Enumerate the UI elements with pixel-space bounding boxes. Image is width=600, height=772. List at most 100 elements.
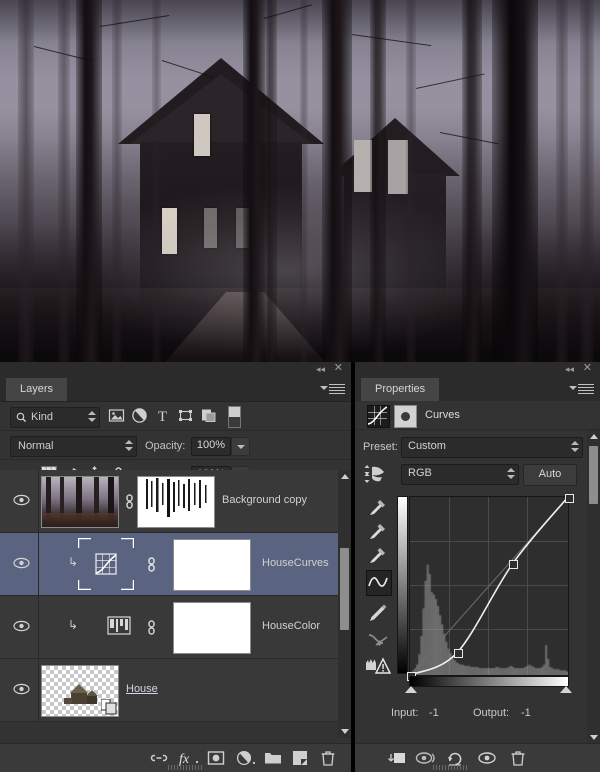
output-value[interactable]: -1 [521, 707, 531, 719]
curve-point-3[interactable] [564, 493, 574, 503]
view-previous-state-icon[interactable] [415, 750, 437, 766]
smooth-curve-icon[interactable] [367, 628, 389, 650]
opacity-input[interactable]: 100% [191, 437, 231, 456]
layers-scrollbar[interactable] [338, 470, 351, 738]
curve-tool-icon[interactable] [366, 570, 392, 596]
input-gradient-ramp [409, 676, 569, 687]
properties-header: Curves [355, 401, 600, 430]
scroll-up-arrow-icon[interactable] [590, 434, 598, 439]
curve-point-2[interactable] [509, 559, 519, 569]
delete-layer-icon[interactable] [320, 750, 336, 766]
layer-visibility-toggle[interactable] [13, 620, 30, 632]
white-point-eyedropper-icon[interactable] [367, 544, 389, 566]
layer-thumbnail[interactable] [41, 665, 119, 717]
tree-trunk [76, 0, 102, 362]
scroll-down-arrow-icon[interactable] [341, 729, 349, 734]
shape-filter-icon[interactable] [177, 407, 194, 424]
panel-menu-arrow-icon[interactable] [569, 386, 577, 390]
curves-graph[interactable] [406, 493, 574, 681]
preset-select[interactable]: Custom [401, 437, 583, 458]
opacity-stepper[interactable] [231, 437, 250, 456]
filter-kind-spinner-icon[interactable] [88, 411, 96, 423]
properties-resize-grip[interactable] [433, 765, 467, 770]
layer-visibility-toggle[interactable] [13, 683, 30, 695]
scroll-up-arrow-icon[interactable] [341, 474, 349, 479]
panel-menu-icon[interactable] [578, 384, 594, 395]
output-label: Output: [473, 707, 510, 719]
curves-icon[interactable] [367, 405, 390, 428]
layer-name[interactable]: Background copy [222, 494, 307, 506]
new-adjustment-layer-icon[interactable] [236, 750, 256, 766]
layer-list[interactable]: Background copy ↳ HouseCurves ↳ HouseCol… [0, 470, 351, 738]
filter-toggle-icon[interactable] [228, 406, 241, 428]
layer-name[interactable]: HouseColor [262, 620, 320, 632]
channel-spinner-icon[interactable] [507, 468, 515, 480]
layer-thumbnail[interactable] [107, 616, 131, 635]
layer-mask-icon[interactable] [394, 405, 417, 428]
layers-scrollbar-thumb[interactable] [340, 548, 349, 630]
table-row[interactable]: Background copy [0, 470, 351, 533]
close-icon[interactable]: ✕ [334, 363, 343, 374]
smart-object-filter-icon[interactable] [200, 407, 217, 424]
channel-select[interactable]: RGB [401, 464, 519, 485]
layer-visibility-toggle[interactable] [13, 557, 30, 569]
add-layer-style-icon[interactable]: fx [178, 750, 200, 767]
scroll-down-arrow-icon[interactable] [590, 735, 598, 740]
blend-mode-value: Normal [18, 440, 54, 452]
link-mask-icon[interactable] [146, 557, 157, 572]
properties-scrollbar[interactable] [587, 430, 600, 744]
table-row[interactable]: ↳ HouseColor [0, 596, 351, 659]
layer-name[interactable]: HouseCurves [262, 557, 329, 569]
toggle-visibility-icon[interactable] [477, 750, 497, 766]
layer-name[interactable]: House [126, 683, 158, 695]
curve-point-1[interactable] [453, 649, 463, 659]
svg-text:T: T [158, 409, 167, 424]
gray-point-eyedropper-icon[interactable] [367, 520, 389, 542]
image-canvas[interactable] [0, 0, 600, 362]
panel-menu-icon[interactable] [329, 384, 345, 395]
black-point-eyedropper-icon[interactable] [367, 496, 389, 518]
filter-kind-select[interactable]: Kind [10, 407, 100, 428]
new-layer-icon[interactable] [292, 750, 308, 766]
adjustment-filter-icon[interactable] [131, 407, 148, 424]
close-icon[interactable]: ✕ [583, 363, 592, 374]
layer-mask-thumbnail[interactable] [137, 476, 215, 528]
add-layer-mask-icon[interactable] [207, 750, 225, 766]
reset-icon[interactable] [447, 750, 465, 766]
tab-layers[interactable]: Layers [6, 378, 68, 401]
delete-adjustment-icon[interactable] [510, 750, 526, 766]
white-point-slider[interactable] [560, 686, 572, 693]
link-mask-icon[interactable] [146, 620, 157, 635]
layer-thumbnail[interactable] [41, 476, 119, 528]
new-group-icon[interactable] [264, 750, 282, 766]
color-balance-adjustment-icon [107, 616, 131, 635]
table-row[interactable]: House [0, 659, 351, 722]
pixel-filter-icon[interactable] [108, 407, 125, 424]
black-point-slider[interactable] [405, 686, 417, 693]
blend-mode-select[interactable]: Normal [10, 436, 137, 457]
pencil-tool-icon[interactable] [367, 602, 389, 624]
collapse-icon[interactable]: ◂◂ [316, 365, 325, 374]
blend-mode-spinner-icon[interactable] [125, 440, 133, 452]
panel-menu-arrow-icon[interactable] [320, 386, 328, 390]
clip-to-layer-icon[interactable] [387, 750, 407, 766]
layers-resize-grip[interactable] [168, 765, 202, 770]
tree-trunk [18, 0, 34, 362]
link-mask-icon[interactable] [124, 494, 135, 509]
layer-visibility-toggle[interactable] [13, 494, 30, 506]
layer-mask-thumbnail[interactable] [173, 602, 251, 654]
properties-scrollbar-thumb[interactable] [589, 446, 598, 504]
collapse-icon[interactable]: ◂◂ [565, 365, 574, 374]
auto-button[interactable]: Auto [523, 464, 577, 486]
on-image-adjust-icon[interactable] [363, 463, 387, 485]
table-row[interactable]: ↳ HouseCurves [0, 533, 351, 596]
link-layers-icon[interactable] [150, 750, 168, 766]
clipping-warning-icon[interactable] [365, 654, 392, 676]
layer-mask-thumbnail[interactable] [173, 539, 251, 591]
preset-spinner-icon[interactable] [571, 441, 579, 453]
type-filter-icon[interactable]: T [154, 407, 171, 425]
clipping-mask-arrow-icon: ↳ [68, 618, 79, 632]
layer-thumbnail[interactable] [78, 538, 134, 590]
tab-properties[interactable]: Properties [361, 378, 440, 401]
input-value[interactable]: -1 [429, 707, 439, 719]
